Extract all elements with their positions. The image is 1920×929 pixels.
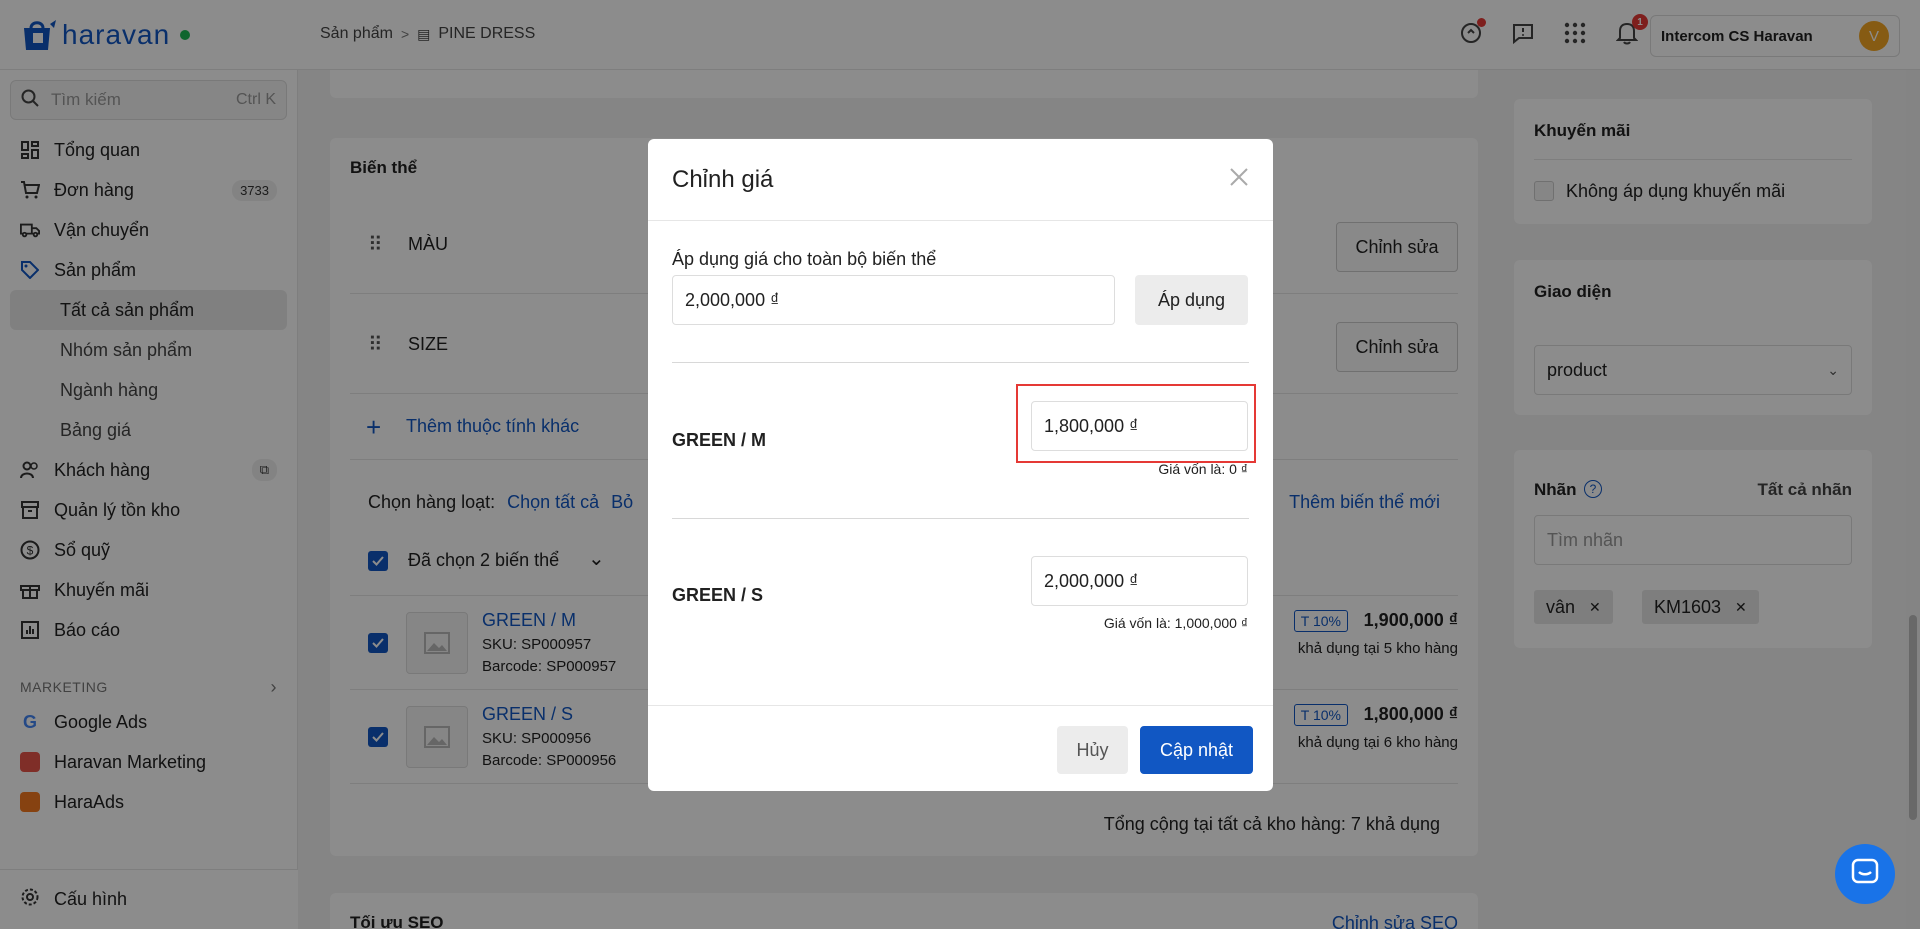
- variant-name: GREEN / S: [672, 585, 764, 605]
- apply-all-price-input[interactable]: 2,000,000 ₫: [672, 275, 1115, 325]
- variant-price-input[interactable]: 1,800,000 ₫: [1031, 401, 1248, 451]
- modal-header: Chỉnh giá: [648, 139, 1273, 221]
- chat-button[interactable]: [1835, 844, 1895, 904]
- chat-icon: [1851, 858, 1879, 891]
- apply-all-price-value: 2,000,000 ₫: [685, 289, 780, 310]
- divider: [672, 362, 1249, 363]
- update-label: Cập nhật: [1159, 739, 1234, 760]
- cancel-button[interactable]: Hủy: [1057, 726, 1128, 774]
- variant-name: GREEN / M: [672, 430, 767, 450]
- cost-price-note: Giá vốn là: 0 ₫: [1158, 461, 1248, 477]
- update-button[interactable]: Cập nhật: [1140, 726, 1253, 774]
- cancel-label: Hủy: [1076, 739, 1109, 760]
- cost-price-note: Giá vốn là: 1,000,000 ₫: [1103, 615, 1248, 631]
- apply-label: Áp dụng: [1157, 289, 1226, 310]
- divider: [672, 518, 1249, 519]
- apply-button[interactable]: Áp dụng: [1135, 275, 1248, 325]
- variant-price-value: 2,000,000 ₫: [1044, 570, 1139, 591]
- edit-price-modal: Chỉnh giá Áp dụng giá cho toàn bộ biến t…: [648, 139, 1273, 791]
- modal-title: Chỉnh giá: [672, 165, 774, 193]
- modal-footer: Hủy Cập nhật: [648, 705, 1273, 791]
- variant-price-input[interactable]: 2,000,000 ₫: [1031, 556, 1248, 606]
- apply-all-label: Áp dụng giá cho toàn bộ biến thể: [672, 249, 937, 269]
- close-icon[interactable]: [1229, 167, 1249, 192]
- variant-price-value: 1,800,000 ₫: [1044, 415, 1139, 436]
